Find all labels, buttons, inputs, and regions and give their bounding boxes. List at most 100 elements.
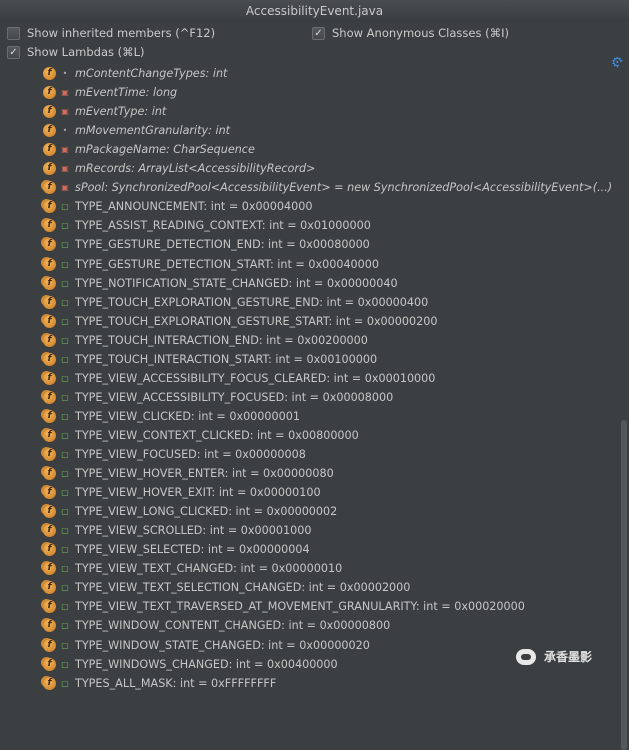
show-inherited-members-option[interactable]: Show inherited members (^F12) [7, 24, 215, 42]
show-lambdas-option[interactable]: ✓ Show Lambdas (⌘L) [7, 43, 145, 61]
public-unlock-icon: ▢ [61, 297, 69, 307]
static-field-icon: f [43, 619, 56, 633]
public-unlock-icon: ▢ [61, 545, 69, 555]
checkbox-icon[interactable]: ✓ [7, 45, 20, 59]
member-label: mRecords: ArrayList<AccessibilityRecord> [75, 162, 316, 176]
static-field-icon: f [43, 181, 56, 195]
member-row[interactable]: f ▢ TYPE_VIEW_SELECTED: int = 0x00000004 [0, 540, 618, 559]
member-row[interactable]: f ▢ TYPE_GESTURE_DETECTION_START: int = 0x… [0, 255, 618, 274]
member-label: TYPE_VIEW_TEXT_TRAVERSED_AT_MOVEMENT_GRA… [75, 600, 525, 614]
field-icon: f [43, 143, 56, 157]
static-field-icon: f [43, 219, 56, 233]
member-row[interactable]: f ▢ TYPE_ASSIST_READING_CONTEXT: int = 0x0… [0, 216, 618, 235]
field-icon: f [43, 124, 56, 138]
member-row[interactable]: f ▢ TYPE_VIEW_FOCUSED: int = 0x00000008 [0, 445, 618, 464]
static-field-icon: f [43, 257, 56, 271]
member-row[interactable]: f ▢ TYPE_VIEW_TEXT_SELECTION_CHANGED: int … [0, 578, 618, 597]
member-row[interactable]: f ▢ TYPE_VIEW_ACCESSIBILITY_FOCUSED: int =… [0, 388, 618, 407]
static-field-icon: f [43, 657, 56, 671]
checkbox-icon[interactable]: ✓ [312, 26, 325, 40]
member-label: TYPE_GESTURE_DETECTION_END: int = 0x0008… [75, 238, 370, 252]
static-field-icon: f [43, 448, 56, 461]
static-field-icon: f [43, 295, 56, 309]
package-visibility-icon: • [62, 69, 68, 78]
public-unlock-icon: ▢ [61, 450, 69, 459]
public-unlock-icon: ▢ [61, 640, 69, 650]
show-inherited-members-label: Show inherited members (^F12) [27, 26, 216, 40]
show-anonymous-classes-label: Show Anonymous Classes (⌘I) [332, 26, 509, 40]
member-row[interactable]: f ▢ TYPE_TOUCH_EXPLORATION_GESTURE_START: … [0, 312, 618, 331]
member-label: mPackageName: CharSequence [75, 143, 255, 157]
static-field-icon: f [43, 467, 56, 481]
member-row[interactable]: f ▢ TYPE_VIEW_TEXT_TRAVERSED_AT_MOVEMENT_G… [0, 597, 618, 616]
static-field-icon: f [43, 581, 56, 595]
public-unlock-icon: ▢ [61, 507, 69, 517]
static-field-icon: f [43, 371, 56, 385]
member-row[interactable]: f ▢ TYPE_VIEW_CONTEXT_CLICKED: int = 0x008… [0, 426, 618, 445]
public-unlock-icon: ▢ [61, 526, 69, 536]
member-row[interactable]: f ▢ TYPE_NOTIFICATION_STATE_CHANGED: int =… [0, 274, 618, 293]
static-field-icon: f [43, 638, 56, 652]
static-field-icon: f [43, 543, 56, 557]
member-label: TYPE_VIEW_SELECTED: int = 0x00000004 [75, 543, 310, 557]
member-row[interactable]: f ▢ TYPE_VIEW_CLICKED: int = 0x00000001 [0, 407, 618, 426]
static-field-icon: f [43, 409, 56, 423]
member-row[interactable]: f • mContentChangeTypes: int [0, 64, 618, 83]
member-row[interactable]: f ▢ TYPE_WINDOW_CONTENT_CHANGED: int = 0x0… [0, 616, 618, 635]
watermark-text: 承香墨影 [544, 650, 593, 664]
public-unlock-icon: ▢ [61, 469, 69, 479]
wechat-icon [516, 648, 536, 665]
public-unlock-icon: ▢ [61, 202, 69, 212]
member-label: TYPE_ANNOUNCEMENT: int = 0x00004000 [75, 200, 313, 214]
member-row[interactable]: f ▢ TYPE_TOUCH_EXPLORATION_GESTURE_END: in… [0, 293, 618, 312]
static-field-icon: f [43, 390, 56, 404]
public-unlock-icon: ▢ [61, 602, 69, 612]
member-label: TYPE_VIEW_CLICKED: int = 0x00000001 [75, 409, 301, 423]
public-unlock-icon: ▢ [61, 278, 69, 288]
member-row[interactable]: f ▣ mEventTime: long [0, 83, 618, 102]
member-label: TYPE_VIEW_ACCESSIBILITY_FOCUSED: int = 0… [75, 390, 394, 404]
public-unlock-icon: ▢ [61, 488, 69, 498]
member-label: sPool: SynchronizedPool<AccessibilityEve… [75, 181, 613, 195]
member-label: TYPE_WINDOW_CONTENT_CHANGED: int = 0x000… [75, 619, 391, 633]
member-row[interactable]: f ▣ mRecords: ArrayList<AccessibilityRecor… [0, 159, 618, 178]
member-row[interactable]: f ▢ TYPE_VIEW_ACCESSIBILITY_FOCUS_CLEARED:… [0, 369, 618, 388]
static-field-icon: f [43, 238, 56, 252]
static-field-icon: f [43, 200, 56, 214]
private-lock-icon: ▣ [61, 88, 69, 98]
private-lock-icon: ▣ [61, 145, 69, 155]
member-row[interactable]: f ▢ TYPE_TOUCH_INTERACTION_START: int = 0x… [0, 350, 618, 369]
static-field-icon: f [43, 505, 56, 519]
member-label: mEventTime: long [75, 86, 178, 100]
member-label: mMovementGranularity: int [75, 124, 231, 138]
member-row[interactable]: f ▢ TYPES_ALL_MASK: int = 0xFFFFFFFF [0, 674, 618, 691]
member-row[interactable]: f ▢ TYPE_VIEW_HOVER_EXIT: int = 0x00000100 [0, 483, 618, 502]
private-lock-icon: ▣ [61, 183, 69, 193]
member-row[interactable]: f ▢ TYPE_GESTURE_DETECTION_END: int = 0x00… [0, 235, 618, 254]
structure-member-list: f • mContentChangeTypes: int f ▣ mEventTime: … [0, 62, 618, 691]
member-label: TYPE_VIEW_LONG_CLICKED: int = 0x00000002 [75, 505, 338, 519]
vertical-scrollbar[interactable] [619, 62, 629, 750]
member-row[interactable]: f ▣ sPool: SynchronizedPool<AccessibilityE… [0, 178, 618, 197]
member-row[interactable]: f ▢ TYPE_VIEW_HOVER_ENTER: int = 0x0000008… [0, 464, 618, 483]
member-label: TYPE_VIEW_CONTEXT_CLICKED: int = 0x00800… [75, 428, 359, 442]
show-anonymous-classes-option[interactable]: ✓ Show Anonymous Classes (⌘I) [312, 24, 509, 42]
member-row[interactable]: f • mMovementGranularity: int [0, 121, 618, 140]
member-label: TYPE_TOUCH_INTERACTION_START: int = 0x00… [75, 352, 378, 366]
member-row[interactable]: f ▣ mPackageName: CharSequence [0, 140, 618, 159]
static-field-icon: f [43, 524, 56, 538]
member-row[interactable]: f ▢ TYPE_ANNOUNCEMENT: int = 0x00004000 [0, 197, 618, 216]
member-label: TYPES_ALL_MASK: int = 0xFFFFFFFF [75, 676, 277, 690]
static-field-icon: f [43, 276, 56, 290]
public-unlock-icon: ▢ [61, 583, 69, 593]
member-row[interactable]: f ▢ TYPE_VIEW_SCROLLED: int = 0x00001000 [0, 521, 618, 540]
public-unlock-icon: ▢ [61, 411, 69, 421]
show-lambdas-label: Show Lambdas (⌘L) [27, 45, 145, 59]
member-row[interactable]: f ▢ TYPE_VIEW_TEXT_CHANGED: int = 0x000000… [0, 559, 618, 578]
member-row[interactable]: f ▢ TYPE_VIEW_LONG_CLICKED: int = 0x000000… [0, 502, 618, 521]
member-row[interactable]: f ▣ mEventType: int [0, 102, 618, 121]
checkbox-icon[interactable] [7, 26, 20, 40]
scrollbar-thumb[interactable] [621, 420, 627, 750]
member-label: TYPE_GESTURE_DETECTION_START: int = 0x00… [75, 257, 380, 271]
member-row[interactable]: f ▢ TYPE_TOUCH_INTERACTION_END: int = 0x00… [0, 331, 618, 350]
